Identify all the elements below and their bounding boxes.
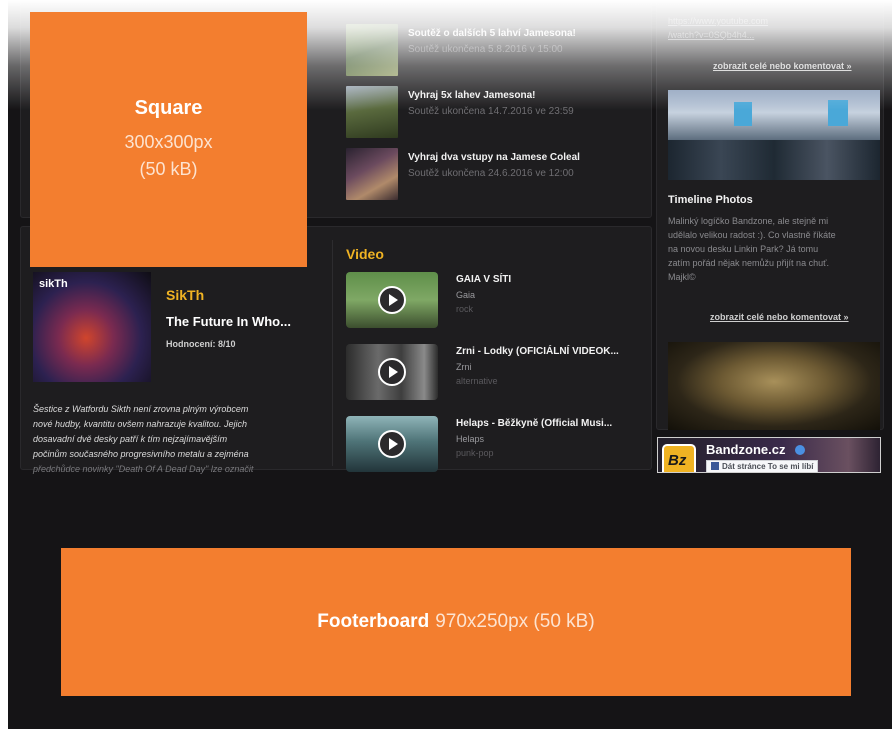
youtube-link[interactable]: /watch?v=0SQb4h4... bbox=[668, 30, 754, 40]
album-artist[interactable]: SikTh bbox=[166, 287, 204, 303]
album-cover-text: sikTh bbox=[39, 278, 68, 290]
contest-item[interactable]: Soutěž o dalších 5 lahví Jamesona! Soutě… bbox=[346, 24, 636, 80]
review-line: Šestice z Watfordu Sikth není zrovna pln… bbox=[33, 404, 249, 414]
video-item[interactable]: Helaps - Běžkyně (Official Musi... Helap… bbox=[346, 416, 636, 478]
square-ad-placeholder: Square 300x300px (50 kB) bbox=[30, 12, 307, 267]
show-more-link[interactable]: zobrazit celé nebo komentovat » bbox=[710, 312, 849, 322]
video-artist[interactable]: Gaia bbox=[456, 290, 475, 300]
contest-title[interactable]: Vyhraj 5x lahev Jamesona! bbox=[408, 90, 535, 101]
play-icon[interactable] bbox=[378, 358, 406, 386]
video-item[interactable]: GAIA V SÍTI Gaia rock bbox=[346, 272, 636, 334]
ad-size: 300x300px bbox=[124, 131, 213, 152]
show-more-link[interactable]: zobrazit celé nebo komentovat » bbox=[713, 61, 852, 71]
photos-text: Malinký logíčko Bandzone, ale stejně mi … bbox=[668, 214, 836, 284]
album-rating: Hodnocení: 8/10 bbox=[166, 339, 236, 349]
play-icon[interactable] bbox=[378, 286, 406, 314]
video-title[interactable]: Zrni - Lodky (OFICIÁLNÍ VIDEOK... bbox=[456, 346, 619, 357]
review-line: předchůdce novinky "Death Of A Dead Day"… bbox=[33, 464, 254, 474]
facebook-icon bbox=[711, 462, 719, 470]
review-line: nové hudby, kvantitu ovšem nahrazuje kva… bbox=[33, 419, 247, 429]
photos-text-line: Majkl© bbox=[668, 272, 696, 282]
section-divider bbox=[332, 240, 333, 466]
contest-thumbnail[interactable] bbox=[346, 86, 398, 138]
video-thumbnail[interactable] bbox=[346, 272, 438, 328]
page-mockup: Soutěž o dalších 5 lahví Jamesona! Soutě… bbox=[8, 0, 892, 729]
play-icon[interactable] bbox=[378, 430, 406, 458]
photos-text-line: zatím pořád nějak nemůžu přijít na chuť. bbox=[668, 258, 829, 268]
photo-screen bbox=[734, 102, 752, 126]
contest-item[interactable]: Vyhraj dva vstupy na Jamese Coleal Soutě… bbox=[346, 148, 636, 204]
video-genre: rock bbox=[456, 304, 474, 314]
contest-date: Soutěž ukončena 14.7.2016 ve 23:59 bbox=[408, 106, 574, 117]
contest-thumbnail[interactable] bbox=[346, 24, 398, 76]
video-thumbnail[interactable] bbox=[346, 416, 438, 472]
contest-date: Soutěž ukončena 24.6.2016 ve 12:00 bbox=[408, 168, 574, 179]
contest-title[interactable]: Soutěž o dalších 5 lahví Jamesona! bbox=[408, 28, 576, 39]
photos-text-line: Malinký logíčko Bandzone, ale stejně mi bbox=[668, 216, 829, 226]
verified-icon bbox=[795, 445, 805, 455]
review-line: dosavadní dvě desky patří k tím nejzajím… bbox=[33, 434, 228, 444]
youtube-link[interactable]: https://www.youtube.com bbox=[668, 16, 768, 26]
video-thumbnail[interactable] bbox=[346, 344, 438, 400]
photos-text-line: na novou desku Linkin Park? Já tomu bbox=[668, 244, 819, 254]
album-cover[interactable]: sikTh bbox=[33, 272, 151, 382]
contest-item[interactable]: Vyhraj 5x lahev Jamesona! Soutěž ukončen… bbox=[346, 86, 636, 142]
ad-weight: (50 kB) bbox=[139, 158, 198, 179]
photos-title: Timeline Photos bbox=[668, 194, 753, 206]
video-genre: punk-pop bbox=[456, 448, 494, 458]
video-genre: alternative bbox=[456, 376, 498, 386]
photo-screen bbox=[828, 100, 848, 126]
facebook-like-label: Dát stránce To se mi líbí bbox=[722, 462, 814, 471]
facebook-page-box[interactable]: Bz Bandzone.cz Dát stránce To se mi líbí bbox=[657, 437, 881, 473]
contest-date: Soutěž ukončena 5.8.2016 v 15:00 bbox=[408, 44, 563, 55]
timeline-photo[interactable] bbox=[668, 90, 880, 180]
video-title[interactable]: GAIA V SÍTI bbox=[456, 274, 511, 285]
contest-thumbnail[interactable] bbox=[346, 148, 398, 200]
video-artist[interactable]: Zrni bbox=[456, 362, 472, 372]
video-title[interactable]: Helaps - Běžkyně (Official Musi... bbox=[456, 418, 612, 429]
video-heading[interactable]: Video bbox=[346, 246, 384, 262]
contest-title[interactable]: Vyhraj dva vstupy na Jamese Coleal bbox=[408, 152, 580, 163]
ad-format-name: Square bbox=[134, 96, 203, 119]
review-line: počinům současného progresivního metalu … bbox=[33, 449, 249, 459]
ad-format-name: Footerboard bbox=[317, 611, 430, 632]
album-review-text: Šestice z Watfordu Sikth není zrovna pln… bbox=[33, 402, 323, 477]
facebook-like-button[interactable]: Dát stránce To se mi líbí bbox=[706, 460, 819, 472]
bandzone-logo-text: Bz bbox=[668, 452, 687, 469]
photos-text-line: udělalo velikou radost :). Co vlastně ří… bbox=[668, 230, 836, 240]
bandzone-logo: Bz bbox=[662, 444, 696, 472]
ad-size: 970x250px (50 kB) bbox=[435, 611, 595, 632]
video-artist[interactable]: Helaps bbox=[456, 434, 484, 444]
footerboard-ad-placeholder: Footerboard 970x250px (50 kB) bbox=[61, 548, 851, 696]
video-item[interactable]: Zrni - Lodky (OFICIÁLNÍ VIDEOK... Zrni a… bbox=[346, 344, 636, 406]
facebook-page-name[interactable]: Bandzone.cz bbox=[706, 442, 785, 457]
album-title[interactable]: The Future In Who... bbox=[166, 314, 291, 329]
timeline-photo-2[interactable] bbox=[668, 342, 880, 430]
photo-crowd bbox=[668, 140, 880, 180]
